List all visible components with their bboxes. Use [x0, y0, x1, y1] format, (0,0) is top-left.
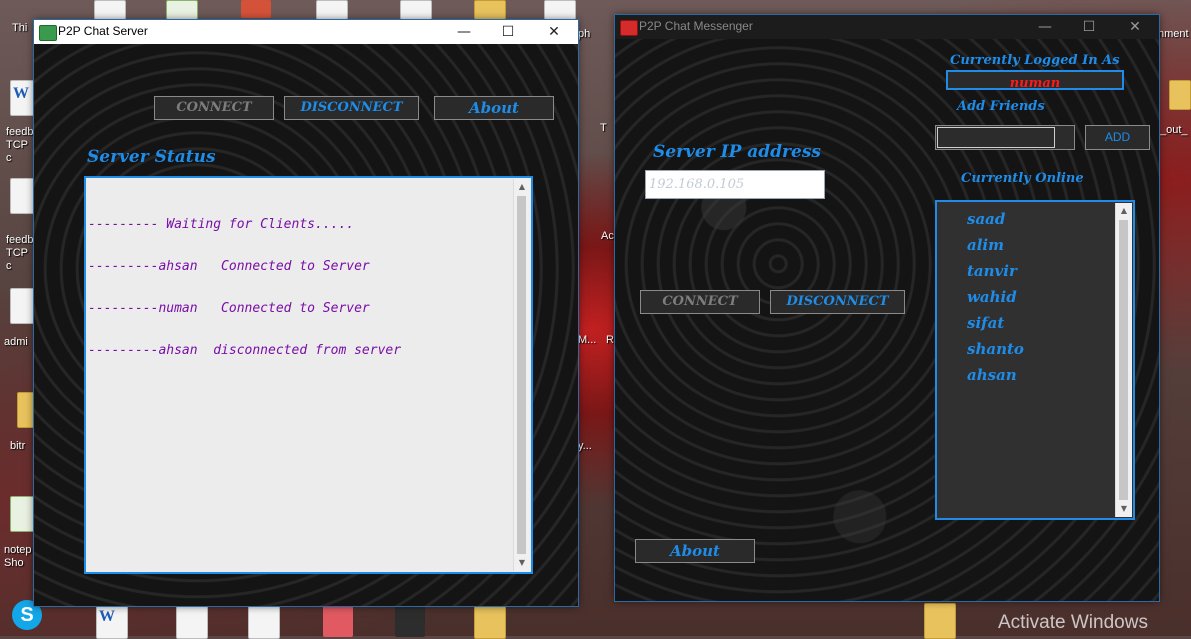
- online-user-item[interactable]: sifat: [967, 310, 1024, 336]
- top-icon-3[interactable]: [236, 0, 276, 18]
- online-user-item[interactable]: tanvir: [967, 258, 1024, 284]
- online-user-item[interactable]: ahsan: [967, 362, 1024, 388]
- add-friend-button[interactable]: ADD: [1085, 125, 1150, 150]
- close-button[interactable]: ✕: [1113, 15, 1157, 39]
- image-icon: [166, 0, 198, 20]
- bottom-icon-6[interactable]: [470, 603, 510, 639]
- log-line: ---------ahsan disconnected from server: [88, 343, 402, 358]
- top-icon-6[interactable]: [470, 0, 510, 20]
- text-file-icon: [400, 0, 432, 20]
- right-label-out: _out_: [1160, 124, 1188, 136]
- add-friends-label: Add Friends: [957, 99, 1045, 114]
- top-icon-5[interactable]: [396, 0, 436, 20]
- server-about-button[interactable]: About: [434, 96, 554, 120]
- top-icon-2[interactable]: [162, 0, 202, 20]
- top-icon-4[interactable]: [312, 0, 352, 20]
- right-label-ph: ph: [578, 28, 591, 40]
- middle-icon-y[interactable]: y...: [578, 440, 618, 453]
- feedback-doc-label-2: feedb TCP c: [6, 234, 34, 272]
- add-friend-input[interactable]: [935, 125, 1075, 150]
- log-line: --------- Waiting for Clients.....: [88, 217, 355, 232]
- scroll-up-arrow-icon[interactable]: ▲: [514, 179, 530, 195]
- logged-in-user-box: numan: [946, 70, 1124, 91]
- server-connect-button[interactable]: CONNECT: [154, 96, 274, 120]
- online-user-item[interactable]: wahid: [967, 284, 1024, 310]
- log-line: ---------ahsan Connected to Server: [88, 259, 370, 274]
- chat-server-app-icon: [39, 25, 57, 41]
- logged-in-username: numan: [1009, 76, 1061, 91]
- chat-messenger-app-icon: [620, 20, 638, 36]
- online-users-list[interactable]: saad alim tanvir wahid sifat shanto ahsa…: [935, 200, 1135, 520]
- word-document-icon: [96, 603, 128, 639]
- online-user-item[interactable]: alim: [967, 232, 1024, 258]
- server-titlebar[interactable]: P2P Chat Server — ☐ ✕: [34, 20, 578, 44]
- scroll-up-arrow-icon[interactable]: ▲: [1116, 203, 1132, 219]
- online-user-item[interactable]: saad: [967, 206, 1024, 232]
- bottom-icon-word[interactable]: [92, 603, 132, 639]
- server-log-scrollbar[interactable]: ▲ ▼: [513, 179, 530, 571]
- server-log-lines: --------- Waiting for Clients..... -----…: [88, 190, 401, 386]
- messenger-window-title: P2P Chat Messenger: [639, 19, 753, 33]
- scissors-icon: [323, 603, 353, 637]
- server-ip-label: Server IP address: [653, 142, 821, 162]
- messenger-window: P2P Chat Messenger — ☐ ✕ Currently Logge…: [615, 15, 1159, 601]
- scroll-thumb[interactable]: [517, 196, 526, 554]
- middle-label-y: y...: [578, 440, 592, 452]
- bottom-icon-7[interactable]: [920, 603, 960, 639]
- video-icon: [395, 603, 425, 637]
- window-shortcut-icon: [316, 0, 348, 20]
- folder-icon: [474, 0, 506, 20]
- messenger-titlebar[interactable]: P2P Chat Messenger — ☐ ✕: [615, 15, 1159, 39]
- online-users: saad alim tanvir wahid sifat shanto ahsa…: [967, 206, 1024, 388]
- top-icon-1[interactable]: [90, 0, 130, 20]
- messenger-about-button[interactable]: About: [635, 539, 755, 563]
- folder-icon: [474, 603, 506, 639]
- bottom-icon-4[interactable]: [318, 603, 358, 637]
- scroll-down-arrow-icon[interactable]: ▼: [514, 555, 530, 571]
- server-log-box[interactable]: --------- Waiting for Clients..... -----…: [84, 176, 533, 574]
- right-icon-ment[interactable]: nment: [1158, 20, 1191, 41]
- online-user-item[interactable]: shanto: [967, 336, 1024, 362]
- folder-icon: [924, 603, 956, 639]
- file-icon: [544, 0, 576, 20]
- activate-windows-watermark: Activate Windows: [998, 612, 1148, 633]
- log-line: ---------numan Connected to Server: [88, 301, 370, 316]
- currently-online-label: Currently Online: [961, 171, 1084, 186]
- server-client-area: CONNECT DISCONNECT About Server Status -…: [34, 44, 578, 606]
- messenger-disconnect-button[interactable]: DISCONNECT: [770, 290, 905, 314]
- file-icon: [248, 603, 280, 639]
- server-window-title: P2P Chat Server: [58, 24, 148, 38]
- bottom-icon-5[interactable]: [390, 603, 430, 637]
- messenger-client-area: Currently Logged In As numan Add Friends…: [615, 39, 1159, 601]
- feedback-doc-label-1: feedb TCP c: [6, 126, 34, 164]
- right-icon-out[interactable]: _out_: [1160, 80, 1191, 137]
- maximize-button[interactable]: ☐: [1067, 15, 1111, 39]
- scroll-thumb[interactable]: [1119, 220, 1128, 500]
- server-ip-input[interactable]: 192.168.0.105: [645, 170, 825, 199]
- messenger-connect-button[interactable]: CONNECT: [640, 290, 760, 314]
- bottom-icon-3[interactable]: [244, 603, 284, 639]
- top-icon-7[interactable]: [540, 0, 580, 20]
- server-status-label: Server Status: [87, 147, 216, 167]
- scroll-down-arrow-icon[interactable]: ▼: [1116, 501, 1132, 517]
- server-ip-placeholder: 192.168.0.105: [649, 177, 745, 192]
- maximize-button[interactable]: ☐: [486, 20, 530, 44]
- right-label-ment: nment: [1158, 28, 1189, 40]
- file-icon: [176, 603, 208, 639]
- logged-in-label: Currently Logged In As: [950, 53, 1120, 68]
- server-disconnect-button[interactable]: DISCONNECT: [284, 96, 419, 120]
- server-window: P2P Chat Server — ☐ ✕ CONNECT DISCONNECT…: [34, 20, 578, 606]
- right-icon-ph[interactable]: ph: [578, 20, 618, 41]
- folder-icon: [1169, 80, 1191, 110]
- notepad-label: notep Sho: [4, 544, 32, 569]
- close-button[interactable]: ✕: [532, 20, 576, 44]
- add-friend-input-inner: [937, 127, 1055, 148]
- app-shortcut-icon: [241, 0, 271, 18]
- minimize-button[interactable]: —: [442, 20, 486, 44]
- online-users-scrollbar[interactable]: ▲ ▼: [1115, 203, 1132, 517]
- bottom-icon-2[interactable]: [172, 603, 212, 639]
- minimize-button[interactable]: —: [1023, 15, 1067, 39]
- shortcut-icon: [94, 0, 126, 20]
